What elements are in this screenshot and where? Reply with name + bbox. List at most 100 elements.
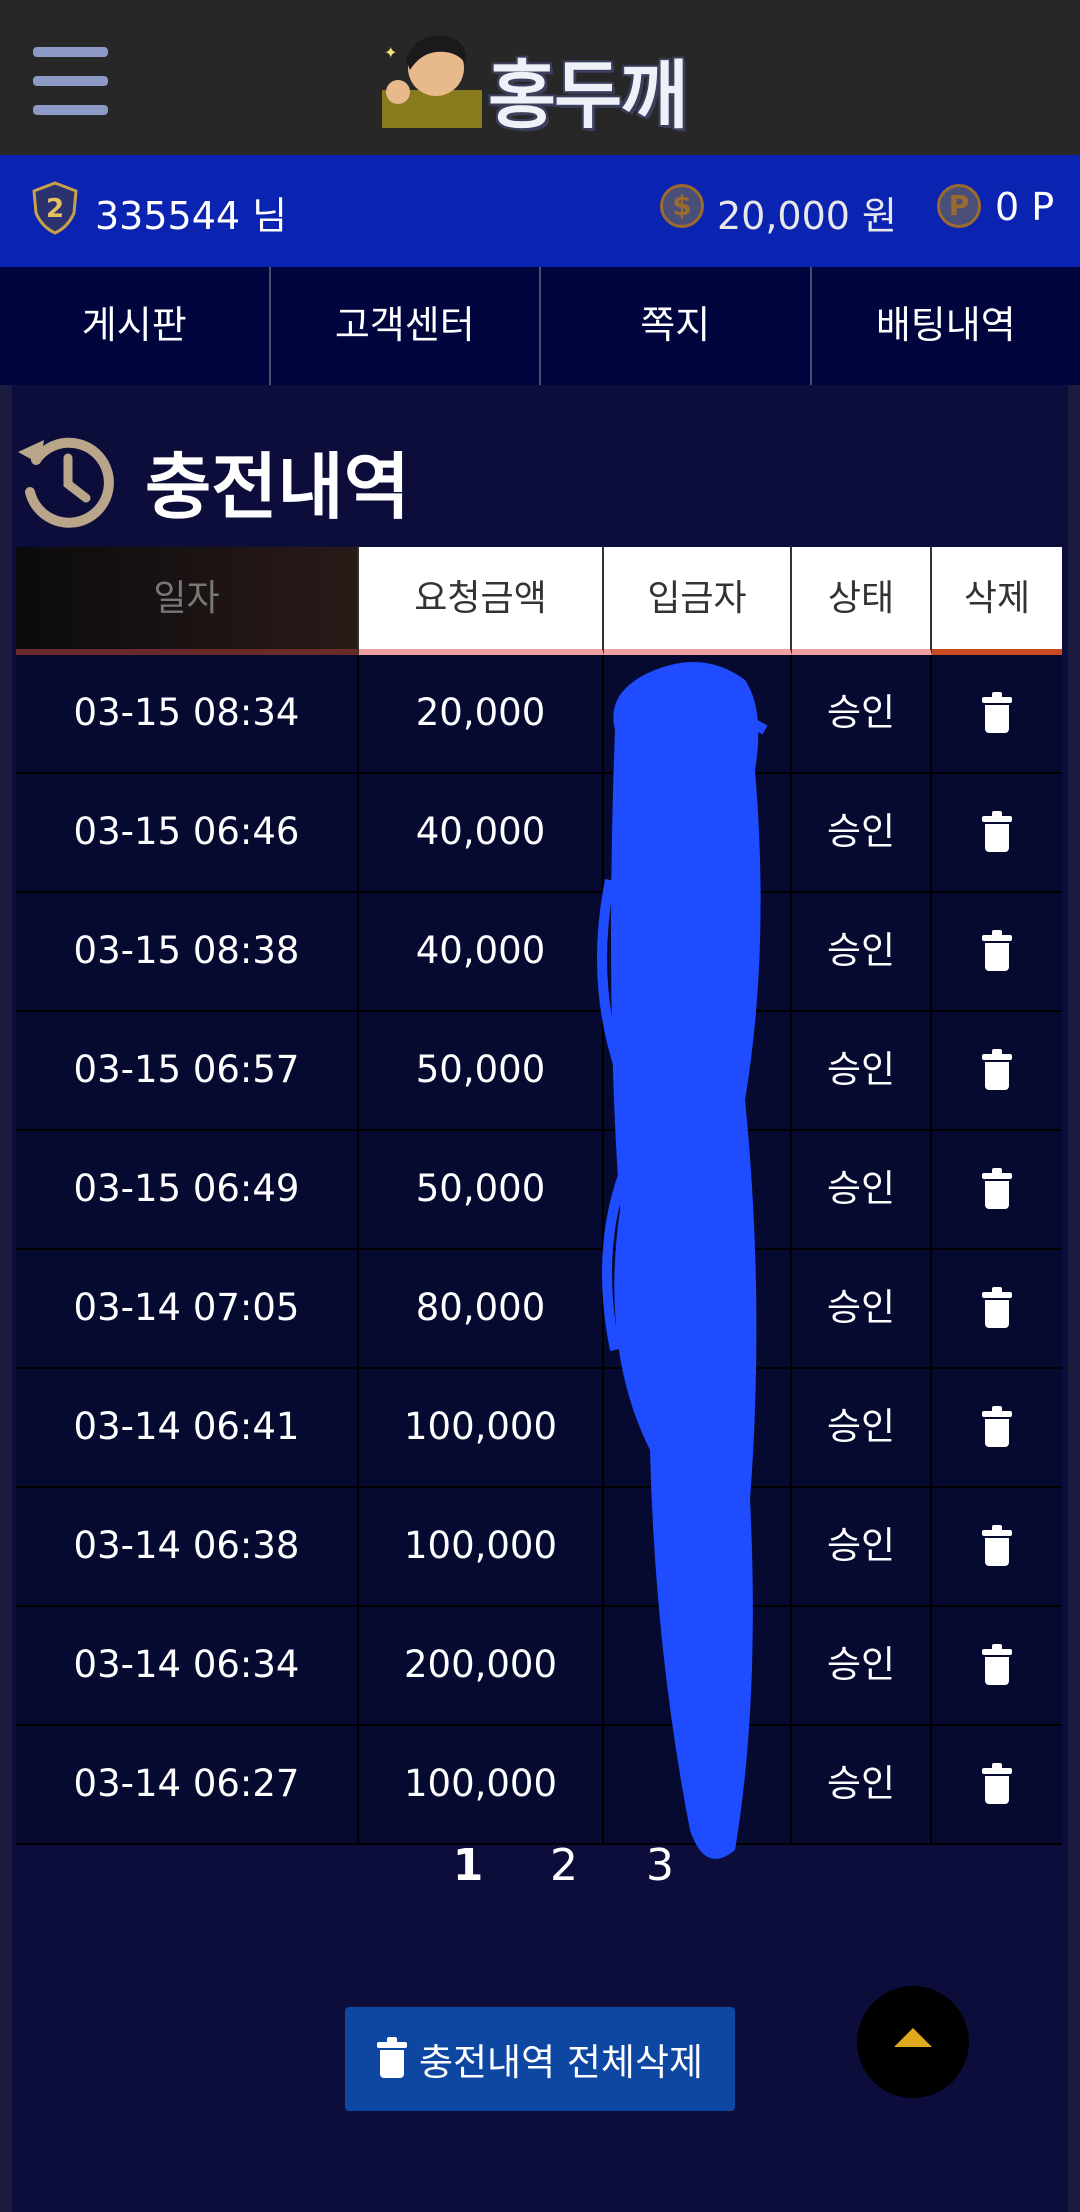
table-row: 03-14 06:34 200,000 승인 (16, 1607, 1062, 1726)
hamburger-menu-icon[interactable] (33, 47, 108, 115)
trash-icon (982, 1286, 1012, 1328)
trash-icon (982, 1762, 1012, 1804)
delete-all-label: 충전내역 전체삭제 (418, 2041, 704, 2084)
row-depositor (604, 1012, 792, 1129)
row-amount: 40,000 (359, 774, 604, 891)
row-date: 03-14 06:38 (16, 1488, 359, 1605)
row-depositor (604, 655, 792, 772)
page-link-3[interactable]: 3 (612, 1840, 708, 1891)
svg-text:✦: ✦ (384, 43, 397, 62)
row-depositor (604, 1250, 792, 1367)
header-delete: 삭제 (932, 547, 1062, 655)
delete-all-button[interactable]: 충전내역 전체삭제 (345, 2007, 735, 2111)
history-icon (18, 437, 114, 528)
table-row: 03-15 06:49 50,000 승인 (16, 1131, 1062, 1250)
logo-mascot-icon: ✦ (382, 35, 482, 128)
row-delete-button[interactable] (932, 774, 1062, 891)
row-amount: 20,000 (359, 655, 604, 772)
row-amount: 40,000 (359, 893, 604, 1010)
table-row: 03-14 07:05 80,000 승인 (16, 1250, 1062, 1369)
point-balance[interactable]: 0 P (995, 185, 1054, 229)
row-amount: 100,000 (359, 1369, 604, 1486)
row-depositor (604, 1369, 792, 1486)
row-status: 승인 (792, 1607, 932, 1724)
row-depositor (604, 1607, 792, 1724)
row-delete-button[interactable] (932, 1012, 1062, 1129)
row-date: 03-15 06:46 (16, 774, 359, 891)
row-amount: 50,000 (359, 1131, 604, 1248)
nav-item-customer-center[interactable]: 고객센터 (271, 267, 541, 385)
row-delete-button[interactable] (932, 893, 1062, 1010)
page-title: 충전내역 (145, 445, 410, 529)
main-nav: 게시판 고객센터 쪽지 배팅내역 (0, 267, 1080, 385)
coin-icon: $ (660, 184, 704, 228)
row-date: 03-15 08:38 (16, 893, 359, 1010)
row-status: 승인 (792, 774, 932, 891)
trash-icon (982, 1167, 1012, 1209)
row-delete-button[interactable] (932, 1726, 1062, 1843)
nav-item-messages[interactable]: 쪽지 (541, 267, 812, 385)
chevron-up-icon (894, 2028, 932, 2047)
header-amount: 요청금액 (359, 547, 604, 655)
table-header: 일자 요청금액 입금자 상태 삭제 (16, 547, 1062, 655)
header-depositor: 입금자 (604, 547, 792, 655)
row-amount: 50,000 (359, 1012, 604, 1129)
row-status: 승인 (792, 1131, 932, 1248)
row-date: 03-15 08:34 (16, 655, 359, 772)
table-row: 03-14 06:38 100,000 승인 (16, 1488, 1062, 1607)
row-date: 03-14 07:05 (16, 1250, 359, 1367)
top-header: ✦ 홍두깨 (0, 0, 1080, 155)
table-row: 03-15 08:38 40,000 승인 (16, 893, 1062, 1012)
scroll-top-button[interactable] (857, 1986, 969, 2098)
trash-icon (982, 810, 1012, 852)
trash-icon (982, 929, 1012, 971)
row-status: 승인 (792, 1488, 932, 1605)
point-icon: P (937, 184, 981, 228)
row-amount: 100,000 (359, 1488, 604, 1605)
page-link-1[interactable]: 1 (420, 1840, 516, 1891)
row-amount: 200,000 (359, 1607, 604, 1724)
nav-item-betting-history[interactable]: 배팅내역 (812, 267, 1080, 385)
row-status: 승인 (792, 893, 932, 1010)
page-link-2[interactable]: 2 (516, 1840, 612, 1891)
row-delete-button[interactable] (932, 1369, 1062, 1486)
nav-item-board[interactable]: 게시판 (0, 267, 271, 385)
table-row: 03-15 06:46 40,000 승인 (16, 774, 1062, 893)
level-badge-number: 2 (46, 194, 64, 224)
table-row: 03-15 08:34 20,000 승인 (16, 655, 1062, 774)
row-depositor (604, 893, 792, 1010)
row-amount: 100,000 (359, 1726, 604, 1843)
row-status: 승인 (792, 1250, 932, 1367)
header-status: 상태 (792, 547, 932, 655)
row-date: 03-14 06:41 (16, 1369, 359, 1486)
row-status: 승인 (792, 1369, 932, 1486)
trash-icon (982, 691, 1012, 733)
row-amount: 80,000 (359, 1250, 604, 1367)
trash-icon (982, 1048, 1012, 1090)
table-row: 03-15 06:57 50,000 승인 (16, 1012, 1062, 1131)
row-delete-button[interactable] (932, 655, 1062, 772)
row-depositor (604, 1131, 792, 1248)
row-date: 03-15 06:49 (16, 1131, 359, 1248)
trash-icon (982, 1524, 1012, 1566)
table-row: 03-14 06:41 100,000 승인 (16, 1369, 1062, 1488)
row-date: 03-14 06:34 (16, 1607, 359, 1724)
row-status: 승인 (792, 1726, 932, 1843)
row-delete-button[interactable] (932, 1488, 1062, 1605)
money-balance[interactable]: 20,000 원 (717, 185, 897, 240)
logo-text: 홍두깨 (488, 53, 688, 139)
username[interactable]: 335544 님 (95, 185, 287, 240)
site-logo[interactable]: ✦ 홍두깨 (376, 26, 716, 139)
row-status: 승인 (792, 1012, 932, 1129)
trash-icon (982, 1405, 1012, 1447)
user-info-bar: 2 335544 님 $ 20,000 원 P 0 P (0, 155, 1080, 267)
row-delete-button[interactable] (932, 1131, 1062, 1248)
pagination: 1 2 3 (420, 1840, 708, 1891)
row-delete-button[interactable] (932, 1607, 1062, 1724)
row-date: 03-14 06:27 (16, 1726, 359, 1843)
row-depositor (604, 774, 792, 891)
row-depositor (604, 1726, 792, 1843)
row-delete-button[interactable] (932, 1250, 1062, 1367)
deposit-history-table: 일자 요청금액 입금자 상태 삭제 03-15 08:34 20,000 승인 03-… (16, 547, 1062, 1845)
row-depositor (604, 1488, 792, 1605)
